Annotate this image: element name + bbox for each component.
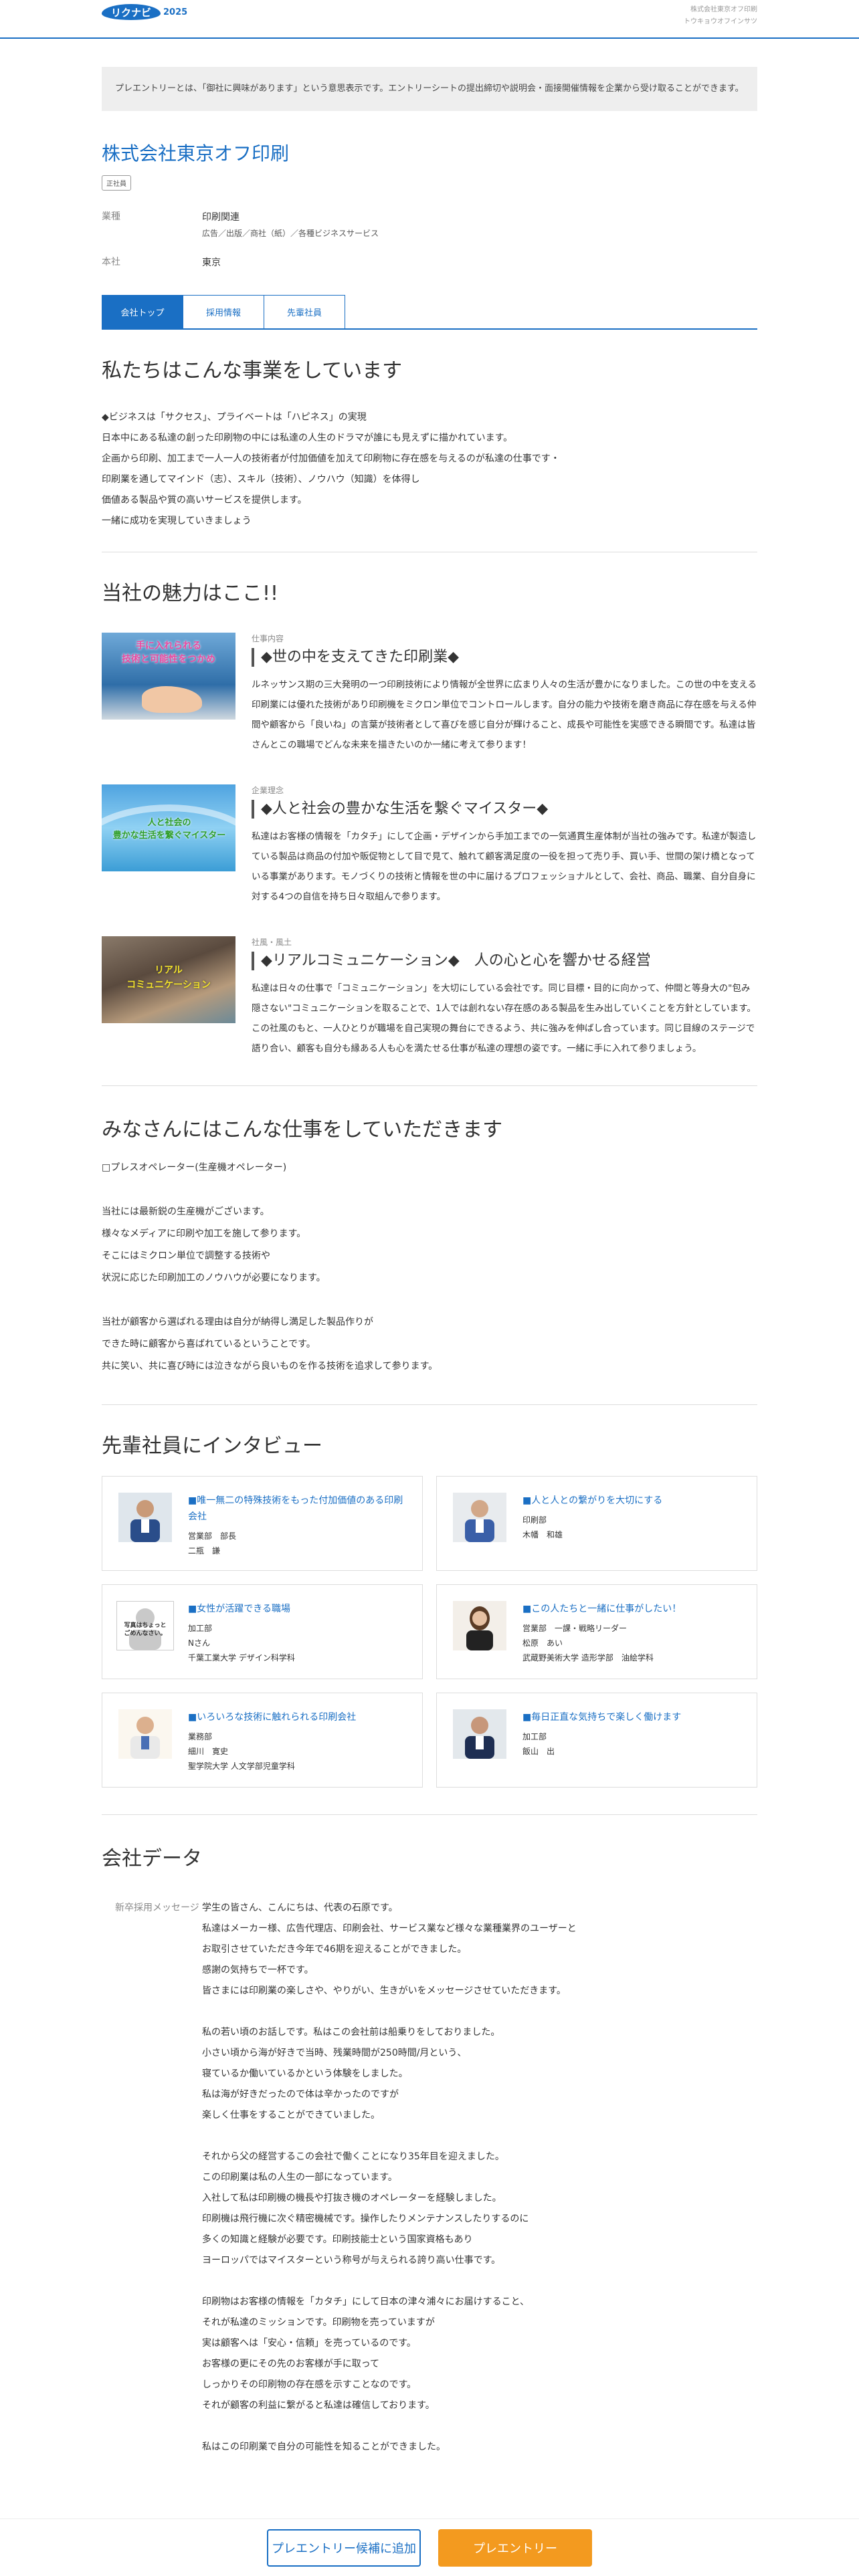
placeholder-text: 写真はちょっと ごめんなさい。 [124, 1622, 167, 1637]
industry-sub: 広告／出版／商社（紙）／各種ビジネスサービス [202, 229, 379, 238]
avatar [450, 1601, 509, 1653]
hand-icon [142, 686, 202, 713]
hq-value: 東京 [202, 257, 221, 268]
charm-heading: ◆リアルコミュニケーション◆ 人の心と心を響かせる経営 [252, 952, 757, 970]
pre-entry-notice: プレエントリーとは、「御社に興味があります」という意思表示です。エントリーシート… [102, 67, 757, 111]
company-name: 株式会社東京オフ印刷 [102, 142, 290, 165]
main-content: プレエントリーとは、「御社に興味があります」という意思表示です。エントリーシート… [102, 67, 757, 2458]
business-title: 私たちはこんな事業をしています [102, 359, 403, 383]
avatar [450, 1493, 509, 1545]
interview-grid: ■唯一無二の特殊技術をもった付加価値のある印刷会社 営業部 部長 二瓶 謙 ■人… [102, 1476, 757, 1788]
charm-image: 人と社会の 豊かな生活を繋ぐマイスター [102, 784, 235, 871]
interview-card[interactable]: 写真はちょっと ごめんなさい。 ■女性が活躍できる職場 加工部 Nさん 千葉工業… [102, 1584, 423, 1679]
hq-row: 本社 東京 [102, 255, 757, 271]
charm-text: 私達は日々の仕事で「コミュニケーション」を大切にしている会社です。同じ目標・目的… [252, 983, 756, 1054]
interview-card-dept: 業務部 [188, 1732, 213, 1741]
charm-item: リアル コミュニケーション 社風・風土 ◆リアルコミュニケーション◆ 人の心と心… [102, 936, 757, 1059]
interview-card-title: ■この人たちと一緒に仕事がしたい！ [522, 1604, 682, 1614]
interview-card[interactable]: ■この人たちと一緒に仕事がしたい！ 営業部 一課・戦略リーダー 松原 あい 武蔵… [436, 1584, 757, 1679]
avatar [116, 1493, 175, 1545]
interview-card[interactable]: ■唯一無二の特殊技術をもった付加価値のある印刷会社 営業部 部長 二瓶 謙 [102, 1476, 423, 1571]
interview-card-name: 二瓶 謙 [188, 1546, 221, 1555]
header-company-kana: トウキョウオフインサツ [684, 18, 757, 25]
avatar [450, 1709, 509, 1761]
site-header: リクナビ 2025 株式会社東京オフ印刷 トウキョウオフインサツ [0, 0, 859, 39]
work-text: □プレスオペレーター(生産機オペレーター) 当社には最新鋭の生産機がございます。… [102, 1162, 438, 1372]
message-row: 新卒採用メッセージ 学生の皆さん、こんにちは、代表の石原です。 私達はメーカー様… [102, 1898, 757, 2458]
charm-image-caption: リアル コミュニケーション [126, 965, 211, 990]
rikunabi-logo[interactable]: リクナビ 2025 [102, 4, 187, 20]
industry-value: 印刷関連 [202, 212, 240, 223]
interview-card-dept: 加工部 [188, 1624, 213, 1633]
header-company-name: 株式会社東京オフ印刷 [690, 6, 757, 13]
tab-company-top[interactable]: 会社トップ [102, 295, 183, 328]
hq-label: 本社 [102, 257, 120, 267]
charm-title: 当社の魅力はここ!! [102, 582, 279, 605]
charm-section: 当社の魅力はここ!! 手に入れられる 技術と可能性をつかめ 仕事内容 ◆世の中を… [102, 552, 757, 1086]
business-text: ◆ビジネスは「サクセス」、プライベートは「ハピネス」の実現 日本中にある私達の創… [102, 412, 560, 526]
interview-card-name: Nさん [188, 1638, 210, 1648]
interview-card-dept: 営業部 部長 [188, 1531, 237, 1541]
charm-image: 手に入れられる 技術と可能性をつかめ [102, 633, 235, 720]
charm-image: リアル コミュニケーション [102, 936, 235, 1023]
company-data-section: 会社データ 新卒採用メッセージ 学生の皆さん、こんにちは、代表の石原です。 私達… [102, 1814, 757, 2458]
interview-section: 先輩社員にインタビュー ■唯一無二の特殊技術をもった付加価値のある印刷会社 営業… [102, 1405, 757, 1814]
add-candidate-button[interactable]: プレエントリー候補に追加 [267, 2529, 421, 2567]
interview-card-school: 武蔵野美術大学 造形学部 油絵学科 [522, 1653, 654, 1662]
entry-action-bar: プレエントリー候補に追加 プレエントリー [0, 2518, 859, 2576]
charm-heading: ◆世の中を支えてきた印刷業◆ [252, 648, 757, 667]
company-tabs: 会社トップ 採用情報 先輩社員 [102, 295, 757, 330]
interview-card-school: 聖学院大学 人文学部児童学科 [188, 1761, 295, 1771]
interview-card[interactable]: ■人と人との繋がりを大切にする 印刷部 木幡 和雄 [436, 1476, 757, 1571]
industry-row: 業種 印刷関連 広告／出版／商社（紙）／各種ビジネスサービス [102, 209, 757, 241]
interview-title: 先輩社員にインタビュー [102, 1434, 322, 1458]
interview-card-title: ■毎日正直な気持ちで楽しく働けます [522, 1712, 682, 1723]
interview-card-title: ■女性が活躍できる職場 [188, 1604, 290, 1614]
charm-heading: ◆人と社会の豊かな生活を繋ぐマイスター◆ [252, 800, 757, 819]
tab-recruit-info[interactable]: 採用情報 [183, 295, 264, 328]
industry-label: 業種 [102, 211, 120, 222]
interview-card-title: ■人と人との繋がりを大切にする [522, 1495, 663, 1506]
charm-text: 私達はお客様の情報を「カタチ」にして企画・デザインから手加工までの一気通貫生産体… [252, 831, 757, 902]
interview-card-name: 木幡 和雄 [522, 1530, 563, 1539]
charm-text: ルネッサンス期の三大発明の一つ印刷技術により情報が全世界に広まり人々の生活が豊か… [252, 679, 757, 750]
interview-card-name: 細川 寛史 [188, 1747, 229, 1756]
interview-card[interactable]: ■毎日正直な気持ちで楽しく働けます 加工部 飯山 出 [436, 1693, 757, 1788]
charm-category: 社風・風土 [252, 938, 292, 947]
charm-item: 手に入れられる 技術と可能性をつかめ 仕事内容 ◆世の中を支えてきた印刷業◆ ル… [102, 633, 757, 755]
interview-card[interactable]: ■いろいろな技術に触れられる印刷会社 業務部 細川 寛史 聖学院大学 人文学部児… [102, 1693, 423, 1788]
interview-card-dept: 加工部 [522, 1732, 547, 1741]
header-company: 株式会社東京オフ印刷 トウキョウオフインサツ [684, 4, 757, 28]
interview-card-school: 千葉工業大学 デザイン科学科 [188, 1653, 295, 1662]
interview-card-dept: 営業部 一課・戦略リーダー [522, 1624, 628, 1633]
work-title: みなさんにはこんな仕事をしていただきます [102, 1118, 503, 1142]
avatar-placeholder: 写真はちょっと ごめんなさい。 [116, 1601, 175, 1653]
avatar [116, 1709, 175, 1761]
logo-mark: リクナビ [102, 4, 161, 20]
interview-card-dept: 印刷部 [522, 1515, 547, 1525]
charm-category: 仕事内容 [252, 634, 284, 643]
interview-card-title: ■唯一無二の特殊技術をもった付加価値のある印刷会社 [188, 1495, 403, 1522]
employment-badge: 正社員 [102, 175, 131, 191]
pre-entry-button[interactable]: プレエントリー [438, 2529, 592, 2567]
logo-year: 2025 [163, 7, 188, 17]
business-section: 私たちはこんな事業をしています ◆ビジネスは「サクセス」、プライベートは「ハピネ… [102, 330, 757, 552]
charm-item: 人と社会の 豊かな生活を繋ぐマイスター 企業理念 ◆人と社会の豊かな生活を繋ぐマ… [102, 784, 757, 907]
charm-image-caption: 人と社会の 豊かな生活を繋ぐマイスター [112, 818, 226, 841]
tab-senior-staff[interactable]: 先輩社員 [264, 295, 345, 328]
charm-image-caption: 手に入れられる 技術と可能性をつかめ [122, 641, 215, 665]
message-text: 学生の皆さん、こんにちは、代表の石原です。 私達はメーカー様、広告代理店、印刷会… [202, 1903, 577, 2452]
interview-card-name: 松原 あい [522, 1638, 563, 1648]
company-data-title: 会社データ [102, 1847, 202, 1870]
interview-card-name: 飯山 出 [522, 1747, 555, 1756]
message-label: 新卒採用メッセージ [115, 1903, 199, 1913]
charm-category: 企業理念 [252, 786, 284, 795]
work-section: みなさんにはこんな仕事をしていただきます □プレスオペレーター(生産機オペレータ… [102, 1086, 757, 1405]
interview-card-title: ■いろいろな技術に触れられる印刷会社 [188, 1712, 357, 1723]
